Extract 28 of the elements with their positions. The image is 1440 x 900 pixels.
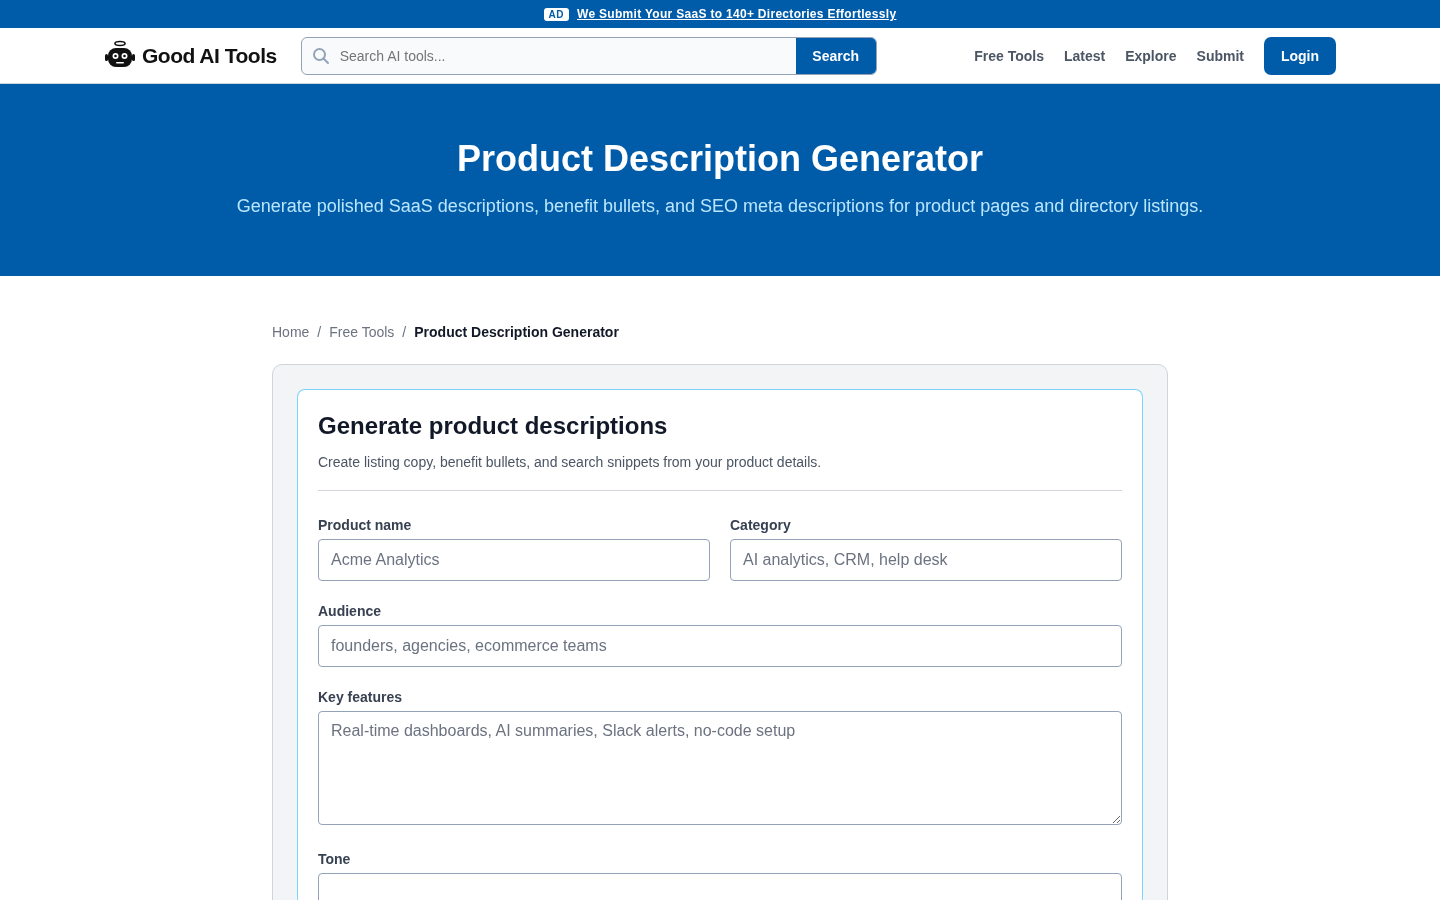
login-button[interactable]: Login [1264, 36, 1336, 75]
text-area[interactable]: Real-time dashboards, AI summaries, Slack alerts, no-code setup [318, 711, 1122, 825]
breadcrumb-separator: / [402, 324, 407, 340]
text-field[interactable]: AI analytics, CRM, help desk [730, 539, 1122, 581]
page-title: Product Description Generator [456, 138, 984, 180]
nav-link[interactable]: Free Tools [974, 47, 1044, 64]
ad-link[interactable]: We Submit Your SaaS to 140+ Directories Effortlessly [577, 7, 897, 21]
breadcrumb-link[interactable]: Free Tools [329, 324, 395, 340]
ad-badge: AD [543, 7, 570, 21]
field-label: Product name [318, 517, 413, 533]
breadcrumb-separator: / [317, 324, 322, 340]
nav-link[interactable]: Latest [1063, 47, 1106, 64]
nav-link[interactable]: Explore [1125, 47, 1177, 64]
search-field[interactable]: Search AI tools... Search [300, 36, 877, 75]
nav-link[interactable]: Submit [1196, 47, 1244, 64]
field-label: Audience [318, 603, 382, 619]
logo-text[interactable]: Good AI Tools [142, 43, 277, 68]
field-label: Key features [318, 689, 404, 705]
breadcrumb-link[interactable]: Home [272, 324, 310, 340]
form-description: Create listing copy, benefit bullets, and search snippets from your product details. [318, 454, 823, 470]
field-label: Tone [318, 851, 352, 867]
text-field[interactable]: founders, agencies, ecommerce teams [318, 625, 1122, 667]
page-subtitle: Generate polished SaaS descriptions, benefit bullets, and SEO meta descriptions for product pages and directory listings. [236, 196, 1204, 217]
search-icon [311, 46, 330, 65]
search-button[interactable]: Search [795, 37, 876, 74]
text-field[interactable]: Acme Analytics [318, 539, 710, 581]
field-label: Category [730, 517, 792, 533]
form-title: Generate product descriptions [318, 412, 669, 440]
